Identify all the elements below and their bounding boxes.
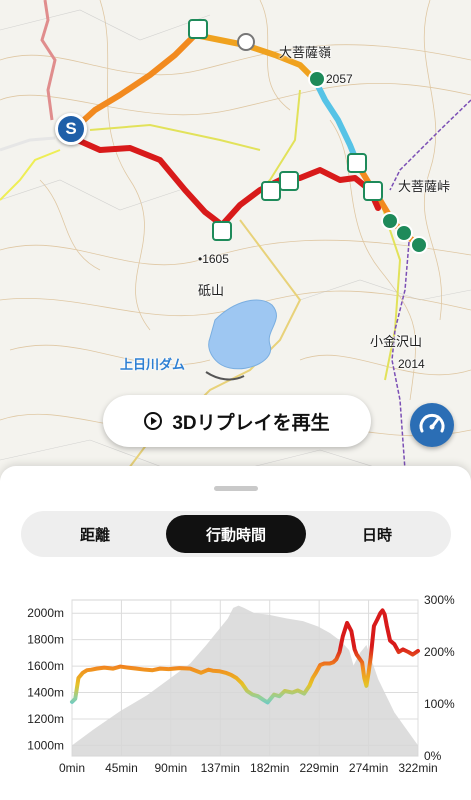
mountain-label-toyama: 砥山	[198, 283, 225, 298]
tab-datetime[interactable]: 日時	[307, 515, 447, 553]
peak-label-kogane: 小金沢山	[370, 334, 423, 349]
route-track	[70, 32, 423, 248]
elevation-label-2057: 2057	[326, 72, 353, 86]
x-tick-label: 229min	[299, 761, 338, 775]
x-tick-label: 137min	[201, 761, 240, 775]
y-left-tick-label: 1800m	[27, 633, 64, 647]
y-left-tick-label: 2000m	[27, 606, 64, 620]
y-right-tick-label: 300%	[424, 593, 455, 607]
3d-replay-label: 3Dリプレイを再生	[172, 412, 330, 434]
y-axis-right-labels: 0%100%200%300%	[424, 593, 455, 763]
3d-replay-button[interactable]: 3Dリプレイを再生	[103, 395, 371, 447]
tab-time[interactable]: 行動時間	[166, 515, 306, 553]
x-tick-label: 90min	[155, 761, 188, 775]
y-right-tick-label: 200%	[424, 645, 455, 659]
dam-label: 上日川ダム	[120, 357, 186, 372]
speedometer-button[interactable]	[410, 403, 454, 447]
x-tick-label: 322min	[398, 761, 437, 775]
play-icon	[144, 412, 163, 430]
peak-label-daibosatsurei: 大菩薩嶺	[279, 45, 332, 60]
x-tick-label: 0min	[59, 761, 85, 775]
x-tick-label: 45min	[105, 761, 138, 775]
pass-label-daibosatsu: 大菩薩峠	[398, 179, 451, 194]
y-left-tick-label: 1200m	[27, 712, 64, 726]
tab-distance[interactable]: 距離	[25, 515, 165, 553]
start-marker[interactable]: S	[55, 113, 87, 145]
y-left-tick-label: 1000m	[27, 738, 64, 752]
x-tick-label: 182min	[250, 761, 289, 775]
start-marker-label: S	[65, 119, 77, 138]
elevation-label-2014: 2014	[398, 357, 425, 371]
y-right-tick-label: 100%	[424, 697, 455, 711]
y-left-tick-label: 1400m	[27, 686, 64, 700]
lake-shape	[208, 299, 277, 370]
y-left-tick-label: 1600m	[27, 659, 64, 673]
y-axis-left-labels: 1000m 1200m 1400m 1600m 1800m 2000m	[27, 606, 64, 752]
map-view[interactable]: 大菩薩嶺 2057 大菩薩峠 •1605 砥山 小金沢山 2014 上日川ダム …	[0, 0, 471, 480]
x-axis-mode-selector: 距離 行動時間 日時	[21, 511, 451, 557]
speedometer-icon	[419, 413, 445, 433]
x-tick-label: 274min	[349, 761, 388, 775]
elevation-label-1605: •1605	[198, 252, 229, 266]
x-axis-labels: 0min 45min 90min 137min 182min 229min 274min 32…	[59, 761, 438, 775]
elevation-pace-chart[interactable]: 1000m1200m1400m1600m1800m2000m 0%100%200…	[0, 586, 471, 796]
drag-handle[interactable]	[214, 486, 258, 491]
